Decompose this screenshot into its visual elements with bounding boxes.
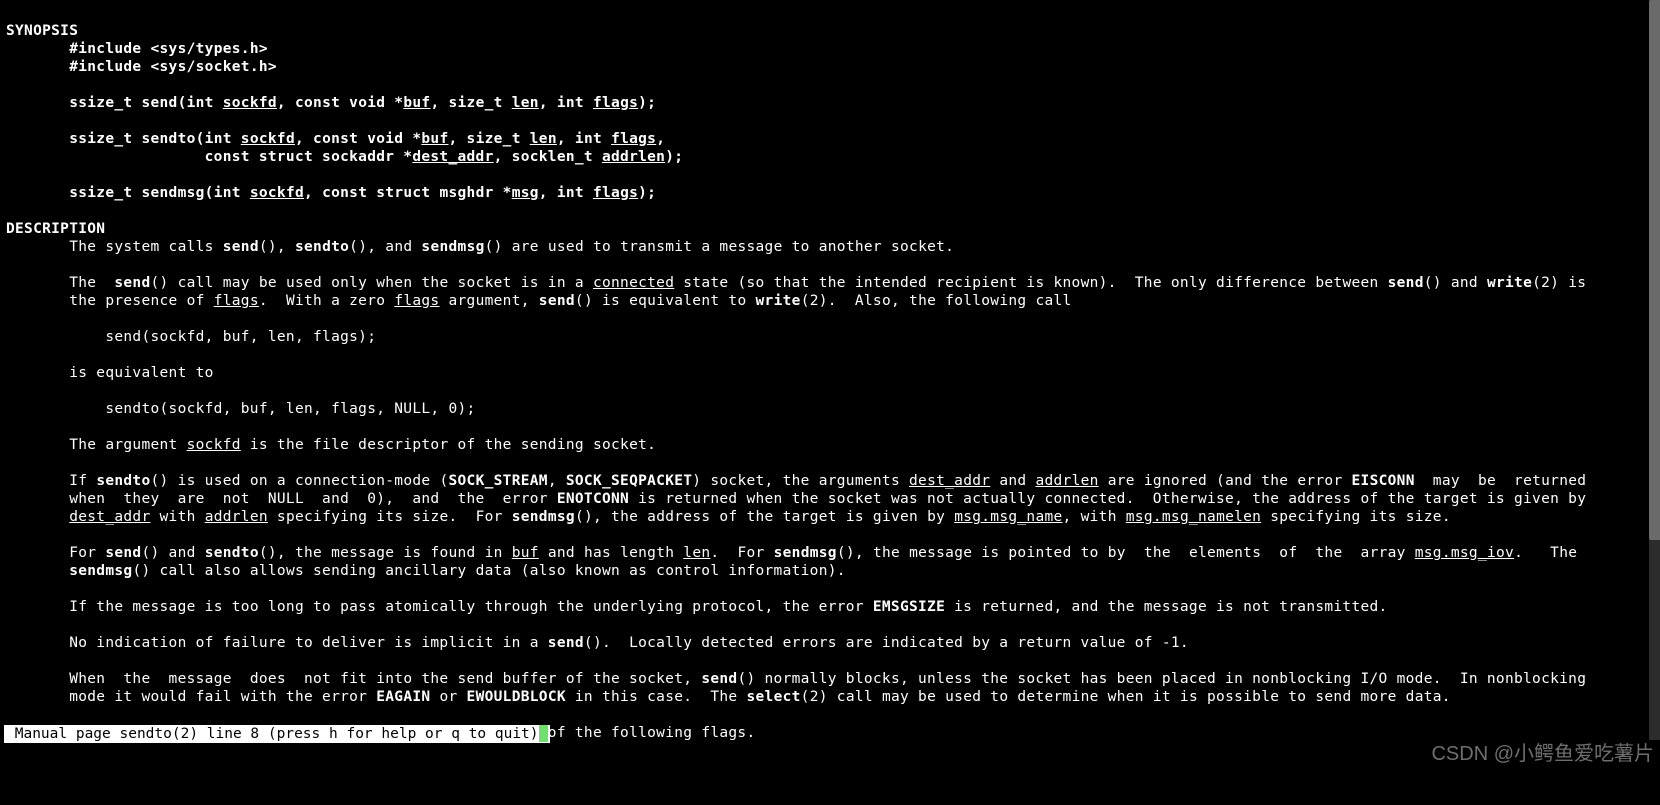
scrollbar[interactable] xyxy=(1649,0,1660,740)
terminal-window: SYNOPSIS #include <sys/types.h> #include… xyxy=(0,0,1660,805)
param: len xyxy=(512,95,539,111)
code-example: sendto(sockfd, buf, len, flags, NULL, 0)… xyxy=(105,401,475,417)
cursor-icon xyxy=(539,725,548,742)
man-page-content[interactable]: SYNOPSIS #include <sys/types.h> #include… xyxy=(0,0,1660,742)
watermark: CSDN @小鳄鱼爱吃薯片 xyxy=(1431,745,1654,763)
param: flags xyxy=(593,185,638,201)
param: flags xyxy=(611,131,656,147)
param: addrlen xyxy=(602,149,665,165)
pager-status-bar[interactable]: Manual page sendto(2) line 8 (press h fo… xyxy=(4,725,550,743)
param: msg xyxy=(512,185,539,201)
signature-sendto: ssize_t sendto(int xyxy=(69,131,241,147)
param: buf xyxy=(421,131,448,147)
include-line: #include <sys/socket.h> xyxy=(69,59,277,75)
signature-sendmsg: ssize_t sendmsg(int xyxy=(69,185,250,201)
param: sockfd xyxy=(241,131,295,147)
param: buf xyxy=(403,95,430,111)
signature-send: ssize_t send(int xyxy=(69,95,223,111)
pager-status-text: Manual page sendto(2) line 8 (press h fo… xyxy=(6,726,539,742)
param: len xyxy=(530,131,557,147)
code-example: send(sockfd, buf, len, flags); xyxy=(105,329,376,345)
param: sockfd xyxy=(250,185,304,201)
section-header-synopsis: SYNOPSIS xyxy=(6,23,78,39)
param: flags xyxy=(593,95,638,111)
include-line: #include <sys/types.h> xyxy=(69,41,268,57)
param: dest_addr xyxy=(412,149,493,165)
scroll-thumb[interactable] xyxy=(1649,0,1660,540)
param: sockfd xyxy=(223,95,277,111)
section-header-description: DESCRIPTION xyxy=(6,221,105,237)
